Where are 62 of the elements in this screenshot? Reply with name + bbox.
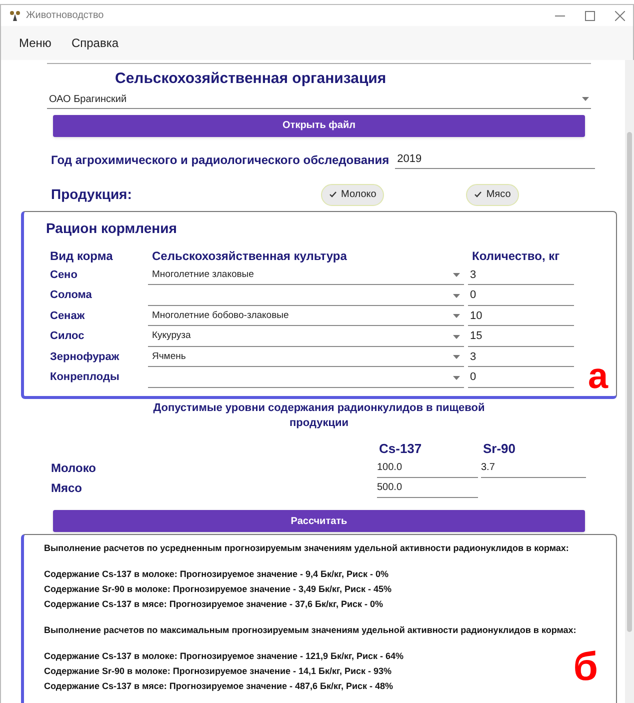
result-line: Содержание Cs-137 в молоке: Прогнозируемое значение - 121,9 Бк/кг, Риск - 64% [44, 650, 405, 663]
crop-dropdown[interactable]: Кукуруза [148, 328, 464, 346]
result-line: Содержание Cs-137 в молоке: Прогнозируемое значение - 9,4 Бк/кг, Риск - 0% [44, 568, 390, 581]
app-icon [9, 10, 21, 22]
amount-input[interactable]: 10 [468, 307, 574, 326]
result-line: Содержание Cs-137 в мясе: Прогнозируемое значение - 37,6 Бк/кг, Риск - 0% [44, 598, 384, 611]
close-icon[interactable] [615, 10, 625, 20]
amount-input[interactable]: 0 [468, 368, 574, 388]
window-title: Животноводство [26, 9, 104, 23]
annotation-label: б [573, 647, 598, 687]
dropdown-caret-icon [453, 334, 460, 338]
column-header: Вид корма [50, 248, 114, 264]
crop-dropdown[interactable]: Многолетние злаковые [148, 266, 464, 285]
crop-dropdown[interactable]: Ячмень [148, 348, 464, 367]
check-icon [329, 191, 337, 198]
feed-type-label: Сенаж [50, 308, 86, 324]
product-label: Мясо [51, 480, 84, 497]
check-icon [474, 191, 482, 198]
dropdown-caret-icon [453, 355, 460, 359]
section-title: Сельскохозяйственная организация [115, 69, 388, 89]
calculate-button[interactable]: Рассчитать [53, 510, 585, 532]
column-header: Sr-90 [483, 440, 517, 458]
product-label: Молоко [51, 460, 97, 477]
scrollbar[interactable] [625, 60, 634, 703]
feed-type-label: Зернофураж [50, 350, 120, 364]
dropdown-caret-icon [453, 314, 460, 318]
menu-item[interactable]: Меню [19, 34, 52, 52]
products-label: Продукция: [51, 185, 133, 204]
feed-type-label: Солома [50, 288, 93, 303]
dropdown-caret-icon [582, 97, 589, 101]
dropdown-caret-icon [453, 294, 460, 298]
amount-input[interactable]: 3 [468, 266, 574, 285]
open-file-button[interactable]: Открыть файл [53, 114, 585, 136]
feed-type-label: Силос [50, 329, 86, 344]
year-input[interactable]: 2019 [395, 151, 596, 168]
column-header: Количество, кг [472, 248, 561, 264]
limit-input[interactable]: 500.0 [377, 478, 478, 498]
field-label: Год агрохимического и радиологического обследования [51, 152, 390, 168]
dropdown-caret-icon [453, 273, 460, 277]
card-title: Рацион кормления [46, 218, 178, 238]
product-chip[interactable]: Молоко [321, 184, 384, 206]
menu-item[interactable]: Справка [71, 34, 119, 52]
crop-dropdown[interactable]: Многолетние бобово-злаковые [148, 307, 464, 326]
product-chip[interactable]: Мясо [466, 184, 519, 206]
feed-type-label: Конреплоды [50, 370, 120, 385]
annotation-label: а [588, 358, 608, 394]
amount-input[interactable]: 0 [468, 286, 574, 306]
dropdown-caret-icon [453, 376, 460, 380]
feed-type-label: Сено [50, 268, 78, 282]
amount-input[interactable]: 15 [468, 328, 574, 346]
results-heading: Выполнение расчетов по усредненным прогнозируемым значениям удельной активности радионуклидов в кормах: [44, 542, 570, 555]
amount-input[interactable]: 3 [468, 348, 574, 367]
organization-dropdown[interactable]: ОАО Брагинский [47, 90, 591, 108]
result-line: Содержание Cs-137 в мясе: Прогнозируемое значение - 487,6 Бк/кг, Риск - 48% [44, 680, 394, 693]
section-title: Допустимые уровни содержания радионкулидов в пищевой продукции [152, 400, 486, 430]
column-header: Cs-137 [379, 440, 423, 458]
limit-input[interactable]: 3.7 [481, 458, 586, 478]
column-header: Сельскохозяйственная культура [152, 248, 348, 264]
results-heading: Выполнение расчетов по максимальным прогнозируемым значениям удельной активности радионуклидов в кормах: [44, 624, 578, 637]
limit-input[interactable]: 100.0 [377, 458, 478, 478]
maximize-icon[interactable] [585, 10, 595, 20]
result-line: Содержание Sr-90 в молоке: Прогнозируемое значение - 3,49 Бк/кг, Риск - 45% [44, 583, 393, 596]
